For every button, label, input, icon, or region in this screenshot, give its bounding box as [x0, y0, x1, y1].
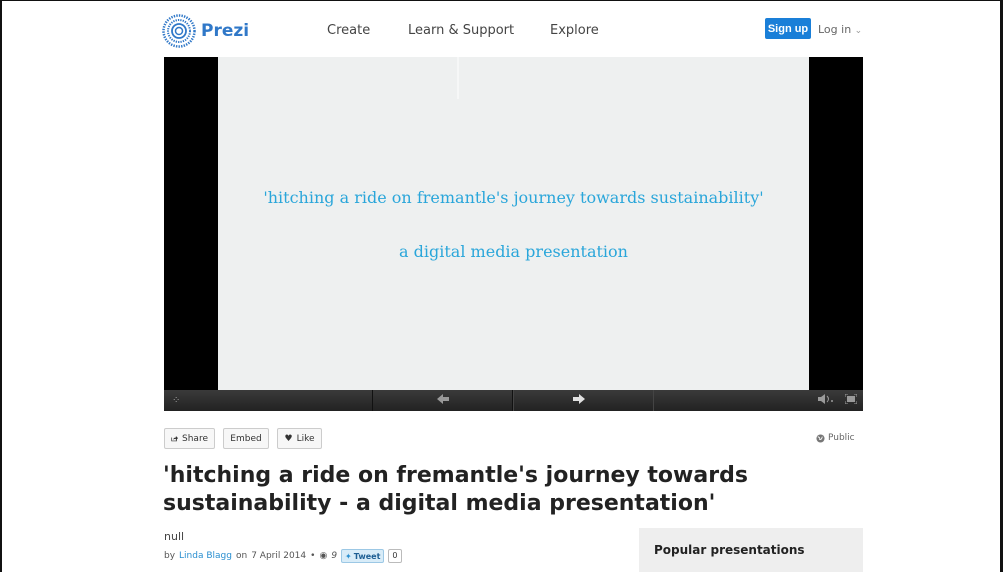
slide-subtitle-text: a digital media presentation — [399, 242, 628, 261]
arrow-left-icon[interactable] — [437, 390, 449, 411]
presentation-title: 'hitching a ride on fremantle's journey … — [163, 463, 748, 516]
volume-icon[interactable] — [818, 390, 834, 411]
presentation-player[interactable]: 'hitching a ride on fremantle's journey … — [164, 57, 863, 411]
chevron-down-icon: ⌄ — [854, 26, 863, 36]
current-slide: 'hitching a ride on fremantle's journey … — [218, 57, 809, 390]
view-count: 9 — [331, 551, 338, 561]
visibility-label: Public — [828, 433, 855, 443]
window-frame-left — [0, 0, 2, 572]
publish-date: 7 April 2014 — [251, 551, 307, 561]
log-in-menu[interactable]: Log in ⌄ — [818, 23, 862, 36]
byline: by Linda Blagg on 7 April 2014 • ◉ 9 ✦ T… — [164, 549, 402, 563]
presentation-description: null — [164, 530, 185, 543]
author-link[interactable]: Linda Blagg — [179, 551, 232, 561]
heart-icon: ♥ — [284, 433, 293, 444]
share-button[interactable]: Share — [164, 428, 215, 449]
like-label: Like — [296, 433, 315, 444]
tweet-count: 0 — [388, 549, 402, 563]
prezi-logo[interactable]: Prezi — [162, 14, 249, 48]
like-button[interactable]: ♥ Like — [277, 428, 322, 449]
share-icon — [171, 436, 179, 442]
spinner-icon: ⁘ — [172, 395, 181, 406]
visibility-status: Public — [816, 433, 855, 443]
nav-explore[interactable]: Explore — [550, 23, 599, 38]
embed-button[interactable]: Embed — [223, 428, 269, 449]
prezi-logo-icon — [162, 14, 196, 48]
popular-presentations-panel: Popular presentations — [639, 528, 863, 572]
by-prefix: by — [164, 551, 176, 561]
nav-learn-support[interactable]: Learn & Support — [408, 23, 514, 38]
share-label: Share — [182, 433, 208, 444]
embed-label: Embed — [230, 433, 262, 444]
log-in-label: Log in — [818, 23, 852, 36]
popular-presentations-title: Popular presentations — [654, 543, 805, 557]
slide-title-text: 'hitching a ride on fremantle's journey … — [263, 188, 764, 207]
brand-name: Prezi — [201, 21, 250, 41]
eye-icon: ◉ — [319, 551, 328, 561]
fullscreen-icon[interactable] — [844, 390, 858, 411]
twitter-bird-icon: ✦ — [345, 551, 352, 561]
arrow-right-icon[interactable] — [573, 390, 585, 411]
sign-up-button[interactable]: Sign up — [765, 18, 811, 39]
globe-icon — [816, 433, 825, 443]
separator-bullet: • — [310, 551, 316, 561]
tweet-label: Tweet — [353, 551, 381, 561]
tweet-button[interactable]: ✦ Tweet — [341, 549, 385, 563]
window-frame-top — [0, 0, 1003, 1]
player-controls-bar: ⁘ — [164, 390, 863, 411]
on-prefix: on — [235, 551, 248, 561]
nav-create[interactable]: Create — [327, 23, 370, 38]
slide-seam — [457, 57, 459, 99]
